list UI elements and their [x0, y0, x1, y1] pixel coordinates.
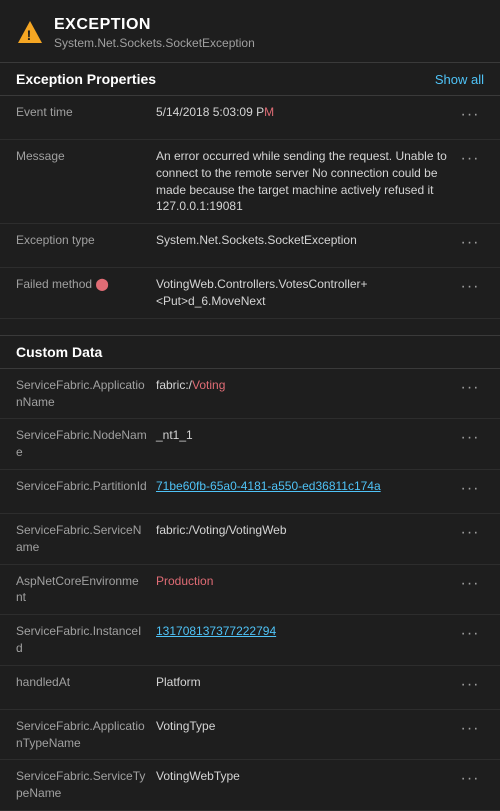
- row-key-service-name: ServiceFabric.ServiceName: [16, 522, 156, 556]
- row-menu-handled-at[interactable]: ···: [456, 674, 484, 694]
- row-value-instance-id: 131708137377222794: [156, 623, 456, 640]
- exception-title: EXCEPTION: [54, 16, 255, 34]
- row-menu-partition-id[interactable]: ···: [456, 478, 484, 498]
- row-key-handled-at: handledAt: [16, 674, 156, 691]
- row-menu-service-type-name[interactable]: ···: [456, 768, 484, 788]
- row-value-service-type-name: VotingWebType: [156, 768, 456, 785]
- row-menu-node-name[interactable]: ···: [456, 427, 484, 447]
- row-menu-service-name[interactable]: ···: [456, 522, 484, 542]
- exception-header: ! EXCEPTION System.Net.Sockets.SocketExc…: [0, 0, 500, 62]
- table-row: ServiceFabric.PartitionId 71be60fb-65a0-…: [0, 470, 500, 514]
- row-value-failed-method: VotingWeb.Controllers.VotesController+<P…: [156, 276, 456, 310]
- row-key-service-type-name: ServiceFabric.ServiceTypeName: [16, 768, 156, 802]
- section-gap: [0, 319, 500, 335]
- row-menu-aspnet-env[interactable]: ···: [456, 573, 484, 593]
- row-value-partition-id: 71be60fb-65a0-4181-a550-ed36811c174a: [156, 478, 456, 495]
- row-menu-exception-type[interactable]: ···: [456, 232, 484, 252]
- header-text: EXCEPTION System.Net.Sockets.SocketExcep…: [54, 16, 255, 50]
- row-key-app-type-name: ServiceFabric.ApplicationTypeName: [16, 718, 156, 752]
- custom-data-label: Custom Data: [16, 344, 102, 360]
- row-menu-app-type-name[interactable]: ···: [456, 718, 484, 738]
- row-menu-instance-id[interactable]: ···: [456, 623, 484, 643]
- table-row: AspNetCoreEnvironme nt Production ···: [0, 565, 500, 616]
- exception-properties-label: Exception Properties: [16, 71, 156, 87]
- row-key-aspnet-env: AspNetCoreEnvironme nt: [16, 573, 156, 607]
- warning-icon: !: [16, 18, 44, 46]
- row-menu-message[interactable]: ···: [456, 148, 484, 168]
- exception-subtitle: System.Net.Sockets.SocketException: [54, 36, 255, 50]
- row-menu-failed-method[interactable]: ···: [456, 276, 484, 296]
- table-row: ServiceFabric.ServiceName fabric:/Voting…: [0, 514, 500, 565]
- row-value-handled-at: Platform: [156, 674, 456, 691]
- table-row: ServiceFabric.InstanceId 131708137377222…: [0, 615, 500, 666]
- exception-properties-section-header: Exception Properties Show all: [0, 62, 500, 96]
- row-key-event-time: Event time: [16, 104, 156, 121]
- row-value-app-name: fabric:/Voting: [156, 377, 456, 394]
- row-value-node-name: _nt1_1: [156, 427, 456, 444]
- custom-data-section-header: Custom Data: [0, 335, 500, 369]
- table-row: ServiceFabric.NodeName _nt1_1 ···: [0, 419, 500, 470]
- row-key-exception-type: Exception type: [16, 232, 156, 249]
- row-key-instance-id: ServiceFabric.InstanceId: [16, 623, 156, 657]
- row-value-aspnet-env: Production: [156, 573, 456, 590]
- show-all-link[interactable]: Show all: [435, 72, 484, 87]
- table-row: handledAt Platform ···: [0, 666, 500, 710]
- row-menu-app-name[interactable]: ···: [456, 377, 484, 397]
- table-row: Failed method ⬤ VotingWeb.Controllers.Vo…: [0, 268, 500, 319]
- row-key-app-name: ServiceFabric.ApplicationName: [16, 377, 156, 411]
- table-row: Event time 5/14/2018 5:03:09 PM ···: [0, 96, 500, 140]
- row-value-event-time: 5/14/2018 5:03:09 PM: [156, 104, 456, 121]
- row-value-message: An error occurred while sending the requ…: [156, 148, 456, 215]
- row-key-message: Message: [16, 148, 156, 165]
- row-value-service-name: fabric:/Voting/VotingWeb: [156, 522, 456, 539]
- table-row: Message An error occurred while sending …: [0, 140, 500, 224]
- table-row: ServiceFabric.ServiceTypeName VotingWebT…: [0, 760, 500, 811]
- table-row: ServiceFabric.ApplicationTypeName Voting…: [0, 710, 500, 761]
- row-key-partition-id: ServiceFabric.PartitionId: [16, 478, 156, 495]
- table-row: ServiceFabric.ApplicationName fabric:/Vo…: [0, 369, 500, 420]
- row-key-failed-method: Failed method ⬤: [16, 276, 156, 293]
- row-value-app-type-name: VotingType: [156, 718, 456, 735]
- row-key-node-name: ServiceFabric.NodeName: [16, 427, 156, 461]
- svg-text:!: !: [27, 27, 32, 43]
- table-row: Exception type System.Net.Sockets.Socket…: [0, 224, 500, 268]
- row-menu-event-time[interactable]: ···: [456, 104, 484, 124]
- row-value-exception-type: System.Net.Sockets.SocketException: [156, 232, 456, 249]
